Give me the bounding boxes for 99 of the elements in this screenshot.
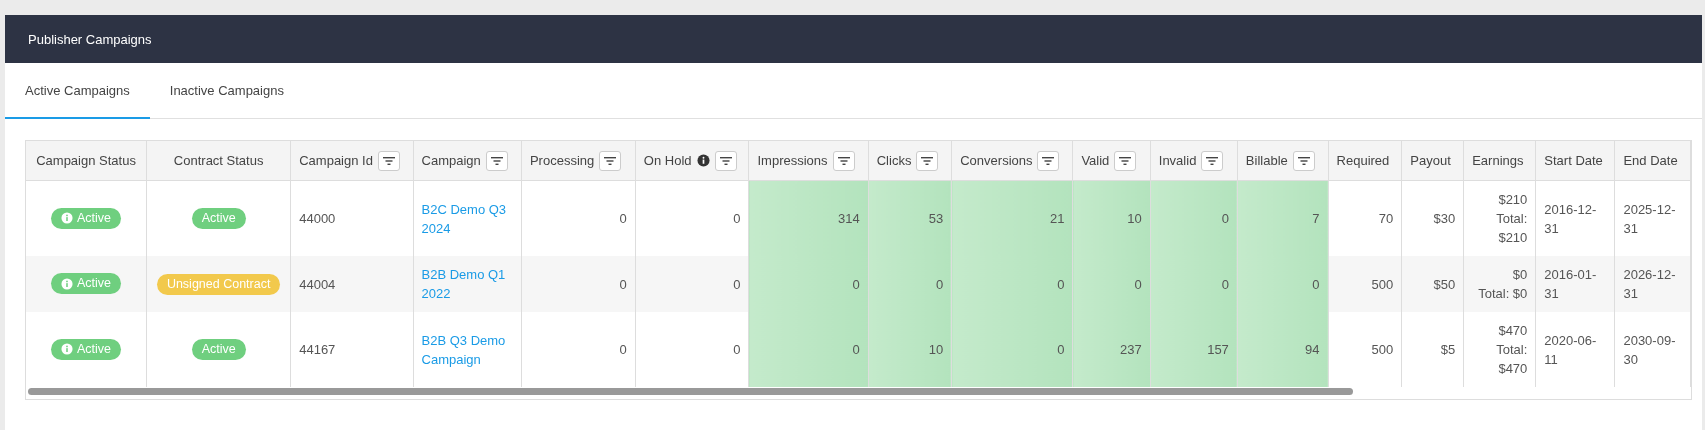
filter-button[interactable]	[377, 150, 400, 171]
info-icon	[61, 277, 74, 290]
column-label: Invalid	[1158, 153, 1197, 168]
cell-text: 7	[1312, 211, 1320, 226]
status-label: Active	[77, 276, 112, 292]
cell-text: 70	[1378, 211, 1394, 226]
cell-text: 0	[1057, 342, 1065, 357]
cell-text: 314	[838, 211, 860, 226]
scrollbar[interactable]	[28, 388, 1353, 395]
column-label: Processing	[529, 153, 595, 168]
cell-text: 0	[1221, 276, 1229, 292]
earnings-amount: $470	[1497, 322, 1528, 340]
earnings-amount: $210	[1497, 191, 1528, 209]
column-label: Payout	[1410, 153, 1451, 168]
earnings-amount: $0	[1511, 266, 1528, 284]
cell-text: 0	[733, 211, 741, 226]
cell-text: 0	[733, 276, 741, 292]
cell-text: 2016-12-31	[1544, 201, 1597, 236]
filter-icon	[719, 155, 732, 166]
contract-badge: Unsigned Contract	[156, 273, 281, 295]
cell-text: 0	[1057, 276, 1065, 292]
column-label: Campaign	[421, 153, 481, 168]
filter-button[interactable]	[916, 150, 939, 171]
filter-button[interactable]	[599, 150, 622, 171]
column-label: Impressions	[757, 153, 828, 168]
cell-text: 21	[1049, 211, 1065, 226]
column-label: Earnings	[1472, 153, 1524, 168]
earnings-total: Total: $470	[1495, 341, 1528, 378]
panel-title: Publisher Campaigns	[28, 31, 152, 47]
column-label: Valid	[1081, 153, 1110, 168]
filter-button[interactable]	[1201, 150, 1224, 171]
column-label: Campaign Id	[299, 153, 373, 168]
cell-text: 44000	[299, 211, 336, 226]
tab[interactable]: Inactive Campaigns	[149, 63, 304, 119]
cell-text: 53	[928, 211, 944, 226]
cell-text: 500	[1371, 342, 1394, 357]
filter-icon	[1297, 155, 1310, 166]
column-label: Required	[1336, 153, 1390, 168]
cell-text: 44167	[299, 342, 336, 357]
cell-text: 0	[619, 276, 627, 292]
column-label: Billable	[1245, 153, 1288, 168]
earnings-total: Total: $210	[1495, 210, 1528, 247]
cell-text: 0	[936, 276, 944, 292]
tab[interactable]: Active Campaigns	[5, 63, 150, 119]
cell-text: 2030-09-30	[1623, 332, 1676, 367]
cell-text: $5	[1440, 342, 1456, 357]
filter-icon	[1042, 155, 1055, 166]
cell-text: $50	[1433, 276, 1456, 292]
earnings-total: Total: $0	[1477, 285, 1528, 303]
campaign-link[interactable]: B2B Q3 Demo Campaign	[421, 330, 513, 369]
filter-icon	[921, 155, 934, 166]
filter-button[interactable]	[485, 150, 508, 171]
column-label: End Date	[1623, 153, 1678, 168]
cell-text: 157	[1207, 342, 1229, 357]
campaign-link[interactable]: B2B Demo Q1 2022	[421, 265, 513, 303]
filter-button[interactable]	[832, 150, 855, 171]
filter-button[interactable]	[1114, 150, 1137, 171]
info-icon	[61, 343, 74, 356]
cell-text: 0	[1312, 276, 1320, 292]
campaign-link[interactable]: B2C Demo Q3 2024	[421, 199, 513, 238]
filter-button[interactable]	[714, 150, 737, 171]
filter-icon	[490, 155, 503, 166]
cell-text: 2020-06-11	[1544, 332, 1597, 367]
cell-text: 2025-12-31	[1623, 201, 1676, 236]
status-label: Active	[77, 341, 112, 357]
cell-text: 44004	[299, 276, 336, 292]
filter-icon	[382, 155, 395, 166]
filter-icon	[604, 155, 617, 166]
contract-badge: Active	[191, 339, 246, 360]
info-icon	[61, 212, 74, 225]
cell-text: 10	[1127, 211, 1142, 226]
cell-text: 237	[1120, 342, 1142, 357]
cell-text: 2026-12-31	[1623, 267, 1676, 301]
column-label: Contract Status	[173, 153, 264, 168]
cell-text: 500	[1371, 276, 1394, 292]
column-label: Campaign Status	[36, 153, 136, 168]
filter-button[interactable]	[1292, 150, 1315, 171]
contract-badge: Active	[191, 208, 246, 229]
cell-text: 0	[619, 211, 627, 226]
cell-text: 0	[1221, 211, 1229, 226]
cell-text: 0	[733, 342, 741, 357]
filter-icon	[837, 155, 850, 166]
cell-text: $30	[1433, 211, 1456, 226]
filter-button[interactable]	[1037, 150, 1060, 171]
filter-icon	[1119, 155, 1132, 166]
column-label: Clicks	[876, 153, 912, 168]
cell-text: 0	[852, 276, 860, 292]
cell-text: 0	[1134, 276, 1142, 292]
cell-text: 94	[1305, 342, 1320, 357]
cell-text: 10	[928, 342, 944, 357]
column-label: Start Date	[1544, 153, 1603, 168]
cell-text: 0	[852, 342, 860, 357]
info-icon[interactable]	[696, 154, 710, 167]
column-label: Conversions	[960, 153, 1033, 168]
cell-text: 2016-01-31	[1544, 267, 1597, 301]
column-label: On Hold	[643, 153, 692, 168]
status-label: Active	[77, 210, 112, 226]
filter-icon	[1206, 155, 1219, 166]
cell-text: 0	[619, 342, 627, 357]
